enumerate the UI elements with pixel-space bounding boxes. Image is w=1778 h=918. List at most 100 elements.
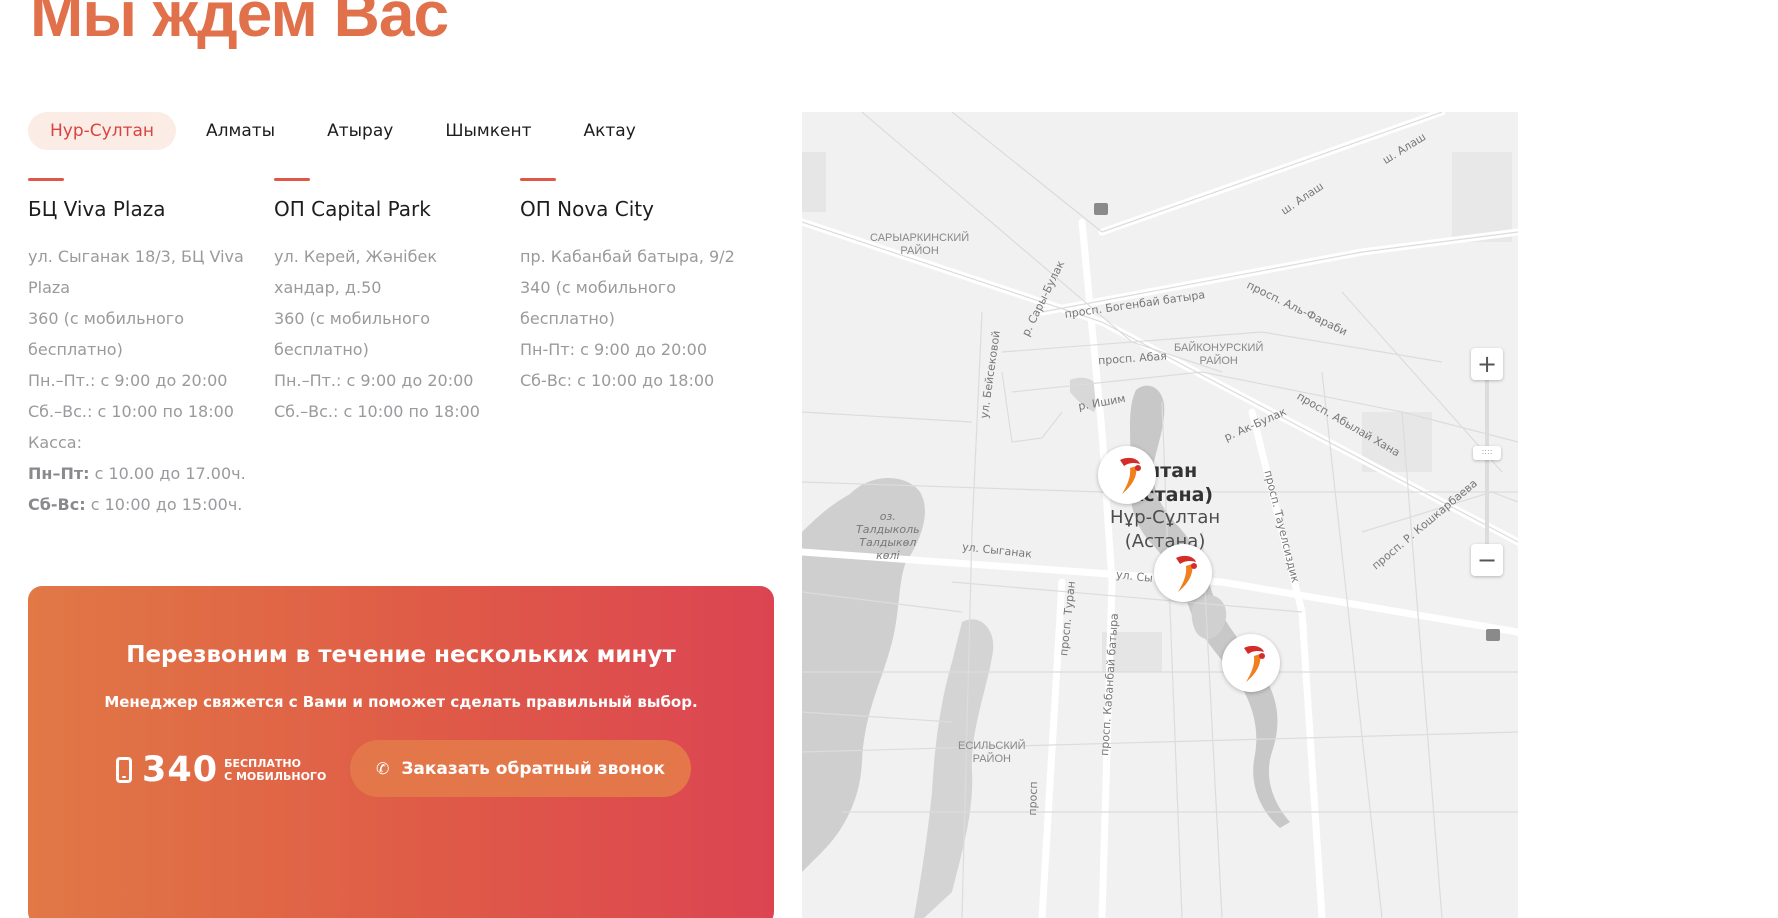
office-details: ул. Сыганак 18/3, БЦ Viva Plaza 360 (с м… (28, 241, 274, 520)
office-details: пр. Кабанбай батыра, 9/2 340 (с мобильно… (520, 241, 766, 396)
city-tabs: Нур-Султан Алматы Атырау Шымкент Актау (28, 112, 658, 150)
callback-subtitle: Менеджер свяжется с Вами и поможет сдела… (104, 693, 698, 711)
zoom-slider-handle[interactable]: :::: (1473, 446, 1501, 460)
office-cash-weekdays: Пн–Пт: с 10.00 до 17.00ч. (28, 458, 274, 489)
cash-days: Сб-Вс: (28, 495, 86, 514)
callback-banner: Перезвоним в течение нескольких минут Ме… (28, 586, 774, 918)
office-accent-line (274, 178, 310, 181)
tab-shymkent[interactable]: Шымкент (423, 112, 553, 150)
location-marker-icon[interactable] (1154, 544, 1212, 602)
tab-nur-sultan[interactable]: Нур-Султан (28, 112, 177, 150)
marker-logo (1244, 645, 1265, 682)
marker-stroke (1120, 457, 1140, 466)
tab-atyrau[interactable]: Атырау (305, 112, 415, 150)
road-outline (802, 731, 1518, 753)
district-label: САРЫАРКИНСКИЙ РАЙОН (870, 232, 969, 258)
road-outline (1001, 371, 1063, 443)
marker-stroke (1246, 654, 1261, 682)
office-card: ОП Capital Park ул. Керей, Жәнібек ханда… (274, 178, 520, 520)
marker-dot (1135, 465, 1141, 471)
office-phone-line: бесплатно) (28, 340, 123, 359)
lake-label-line: оз. (879, 510, 896, 523)
phone-note: БЕСПЛАТНО С МОБИЛЬНОГО (224, 757, 326, 783)
tab-almaty[interactable]: Алматы (184, 112, 297, 150)
office-hours-weekend: Сб.–Вс.: с 10:00 по 18:00 (28, 402, 234, 421)
cash-days: Пн–Пт: (28, 464, 90, 483)
free-phone: 340 БЕСПЛАТНО С МОБИЛЬНОГО (116, 750, 326, 790)
office-address-line: Plaza (28, 278, 71, 297)
lake-label-line: Талдыколь (856, 523, 920, 536)
marker-logo (1120, 457, 1141, 494)
district-label: ЕСИЛЬСКИЙ РАЙОН (958, 740, 1026, 766)
office-name: ОП Nova City (520, 197, 654, 221)
office-name: ОП Capital Park (274, 197, 431, 221)
order-callback-label: Заказать обратный звонок (401, 758, 666, 779)
tab-aktau[interactable]: Актау (561, 112, 657, 150)
page-title: Мы ждем Вас (30, 0, 449, 50)
road-outline (1101, 112, 1443, 233)
map-block (802, 152, 826, 212)
phone-note-line: С МОБИЛЬНОГО (224, 770, 327, 783)
district-line: РАЙОН (972, 753, 1011, 765)
district-label: БАЙКОНУРСКИЙ РАЙОН (1174, 342, 1263, 368)
map-block (1452, 152, 1512, 242)
zoom-in-button[interactable]: + (1471, 348, 1503, 380)
office-card: БЦ Viva Plaza ул. Сыганак 18/3, БЦ Viva … (28, 178, 274, 520)
office-details: ул. Керей, Жәнібек хандар, д.50 360 (с м… (274, 241, 520, 427)
cash-hours: с 10:00 до 15:00ч. (85, 495, 243, 514)
phone-number: 340 (142, 750, 219, 790)
office-address-line: ул. Керей, Жәнібек (274, 247, 437, 266)
cash-hours: с 10.00 до 17.00ч. (89, 464, 246, 483)
office-phone-line: бесплатно) (274, 340, 369, 359)
lake-label-line: көлі (876, 549, 900, 562)
district-line: ЕСИЛЬСКИЙ (958, 740, 1026, 752)
zoom-out-button[interactable]: − (1471, 544, 1503, 576)
location-marker-icon[interactable] (1098, 446, 1156, 504)
office-list: БЦ Viva Plaza ул. Сыганак 18/3, БЦ Viva … (28, 178, 766, 520)
phone-note-line: БЕСПЛАТНО (224, 757, 301, 770)
office-cash-weekend: Сб-Вс: с 10:00 до 15:00ч. (28, 489, 274, 520)
zoom-slider-track[interactable] (1485, 380, 1489, 546)
district-line: БАЙКОНУРСКИЙ (1174, 342, 1264, 354)
office-address-line: хандар, д.50 (274, 278, 382, 297)
marker-stroke (1122, 466, 1137, 494)
office-hours-weekdays: Пн.–Пт.: с 9:00 до 20:00 (28, 371, 228, 390)
office-address-line: пр. Кабанбай батыра, 9/2 (520, 247, 735, 266)
office-accent-line (28, 178, 64, 181)
road-outline (951, 112, 1103, 233)
callback-title: Перезвоним в течение нескольких минут (126, 642, 676, 668)
order-callback-button[interactable]: ✆ Заказать обратный звонок (350, 740, 691, 797)
office-hours-weekend: Сб.–Вс.: с 10:00 по 18:00 (274, 402, 480, 421)
lake-label: оз. Талдыколь Талдыкөл көлі (856, 510, 920, 562)
office-name: БЦ Viva Plaza (28, 197, 166, 221)
office-hours-weekdays: Пн-Пт: с 9:00 до 20:00 (520, 340, 708, 359)
marker-dot (1259, 653, 1265, 659)
location-marker-icon[interactable] (1222, 634, 1280, 692)
office-map[interactable]: ш. Алаш ш. Алаш просп. Аль-Фараби просп.… (802, 112, 1518, 918)
district-line: САРЫАРКИНСКИЙ (870, 232, 970, 244)
handset-icon: ✆ (375, 759, 390, 778)
office-hours-weekdays: Пн.–Пт.: с 9:00 до 20:00 (274, 371, 474, 390)
marker-dot (1191, 563, 1197, 569)
district-line: РАЙОН (1199, 355, 1238, 367)
marker-logo (1176, 555, 1197, 592)
station-icon (1094, 203, 1108, 215)
office-phone-line: 340 (с мобильного (520, 278, 676, 297)
road-outline (802, 411, 973, 423)
office-phone-line: бесплатно) (520, 309, 615, 328)
office-phone-line: 360 (с мобильного (274, 309, 430, 328)
mobile-phone-icon (116, 757, 132, 783)
marker-stroke (1176, 555, 1196, 564)
office-address-line: ул. Сыганак 18/3, БЦ Viva (28, 247, 244, 266)
marker-stroke (1178, 564, 1193, 592)
office-hours-weekend: Сб-Вс: с 10:00 до 18:00 (520, 371, 715, 390)
office-accent-line (520, 178, 556, 181)
water-area (914, 619, 994, 918)
lake-label-line: Талдыкөл (859, 536, 917, 549)
marker-stroke (1244, 645, 1264, 654)
station-icon-2 (1486, 629, 1500, 641)
district-line: РАЙОН (900, 245, 939, 257)
street-label: просп (1025, 781, 1041, 816)
office-cash-label: Касса: (28, 433, 82, 452)
city-name-line: Нұр-Сұлтан (1110, 507, 1221, 528)
